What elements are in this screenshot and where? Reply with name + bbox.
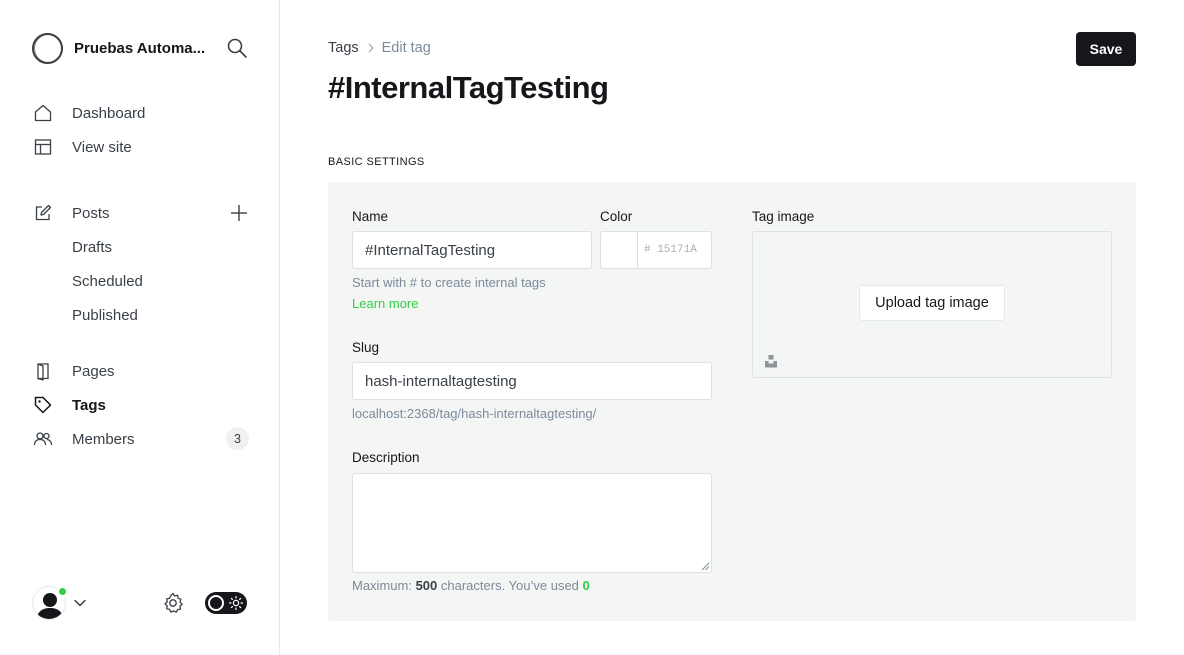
section-heading-basic-settings: BASIC SETTINGS [328,156,425,168]
breadcrumb-tags-link[interactable]: Tags [328,40,359,56]
chevron-down-icon[interactable] [73,596,87,610]
description-label: Description [352,450,420,465]
tag-icon [32,394,54,416]
pages-icon [32,360,54,382]
name-label: Name [352,209,389,224]
color-label: Color [600,209,633,224]
sidebar-item-dashboard[interactable]: Dashboard [32,99,250,127]
sidebar-item-view-site[interactable]: View site [32,133,250,161]
sidebar-item-label: Dashboard [72,104,146,122]
sidebar-item-tags[interactable]: Tags [32,391,250,419]
search-icon[interactable] [226,37,248,59]
sidebar-item-pages[interactable]: Pages [32,357,250,385]
sidebar-item-label: Pages [72,362,115,380]
color-swatch[interactable] [600,231,638,269]
site-brand[interactable]: Pruebas Automa... [32,32,212,64]
edit-icon [32,202,54,224]
resize-handle-icon[interactable] [701,562,710,571]
dark-mode-toggle[interactable] [205,592,247,614]
sidebar-item-label: Members [72,430,135,448]
sidebar-item-published[interactable]: Published [72,301,138,329]
members-count-badge: 3 [226,427,249,450]
layout-icon [32,136,54,158]
counter-max: 500 [415,578,438,593]
site-name: Pruebas Automa... [74,39,206,57]
members-icon [32,428,54,450]
sidebar-item-members[interactable]: Members [32,425,250,453]
toggle-knob [208,595,224,611]
description-counter: Maximum: 500 characters. You’ve used 0 [352,578,590,593]
name-field[interactable]: #InternalTagTesting [352,231,592,269]
sidebar-item-label: View site [72,138,132,156]
online-status-dot [57,586,68,597]
learn-more-link[interactable]: Learn more [352,296,418,311]
slug-field[interactable]: hash-internaltagtesting [352,362,712,400]
name-hint: Start with # to create internal tags [352,275,546,290]
color-field[interactable]: # 15171A [637,231,712,269]
site-logo [32,32,63,64]
unsplash-icon[interactable] [764,354,778,368]
sidebar-item-label: Posts [72,204,110,222]
sidebar-item-drafts[interactable]: Drafts [72,233,112,261]
counter-used: 0 [582,578,590,593]
sun-icon [228,595,244,611]
description-field[interactable] [352,473,712,573]
tag-image-label: Tag image [752,209,815,224]
gear-icon[interactable] [161,591,185,615]
upload-tag-image-button[interactable]: Upload tag image [859,285,1005,321]
slug-url-preview: localhost:2368/tag/hash-internaltagtesti… [352,406,597,421]
breadcrumb-current: Edit tag [381,40,431,56]
add-post-icon[interactable] [228,202,250,224]
sidebar-item-scheduled[interactable]: Scheduled [72,267,143,295]
sidebar-item-posts[interactable]: Posts [32,199,250,227]
user-menu[interactable] [32,586,68,620]
counter-prefix: Maximum: [352,578,416,593]
sidebar: Pruebas Automa... Dashboard View site Po… [0,0,280,655]
counter-mid: characters. You’ve used [437,578,583,593]
save-button[interactable]: Save [1076,32,1136,66]
slug-label: Slug [352,340,380,355]
chevron-right-icon [368,43,374,53]
home-icon [32,102,54,124]
page-title: #InternalTagTesting [328,70,609,105]
breadcrumb: Tags Edit tag [328,40,431,56]
sidebar-item-label: Tags [72,396,106,414]
